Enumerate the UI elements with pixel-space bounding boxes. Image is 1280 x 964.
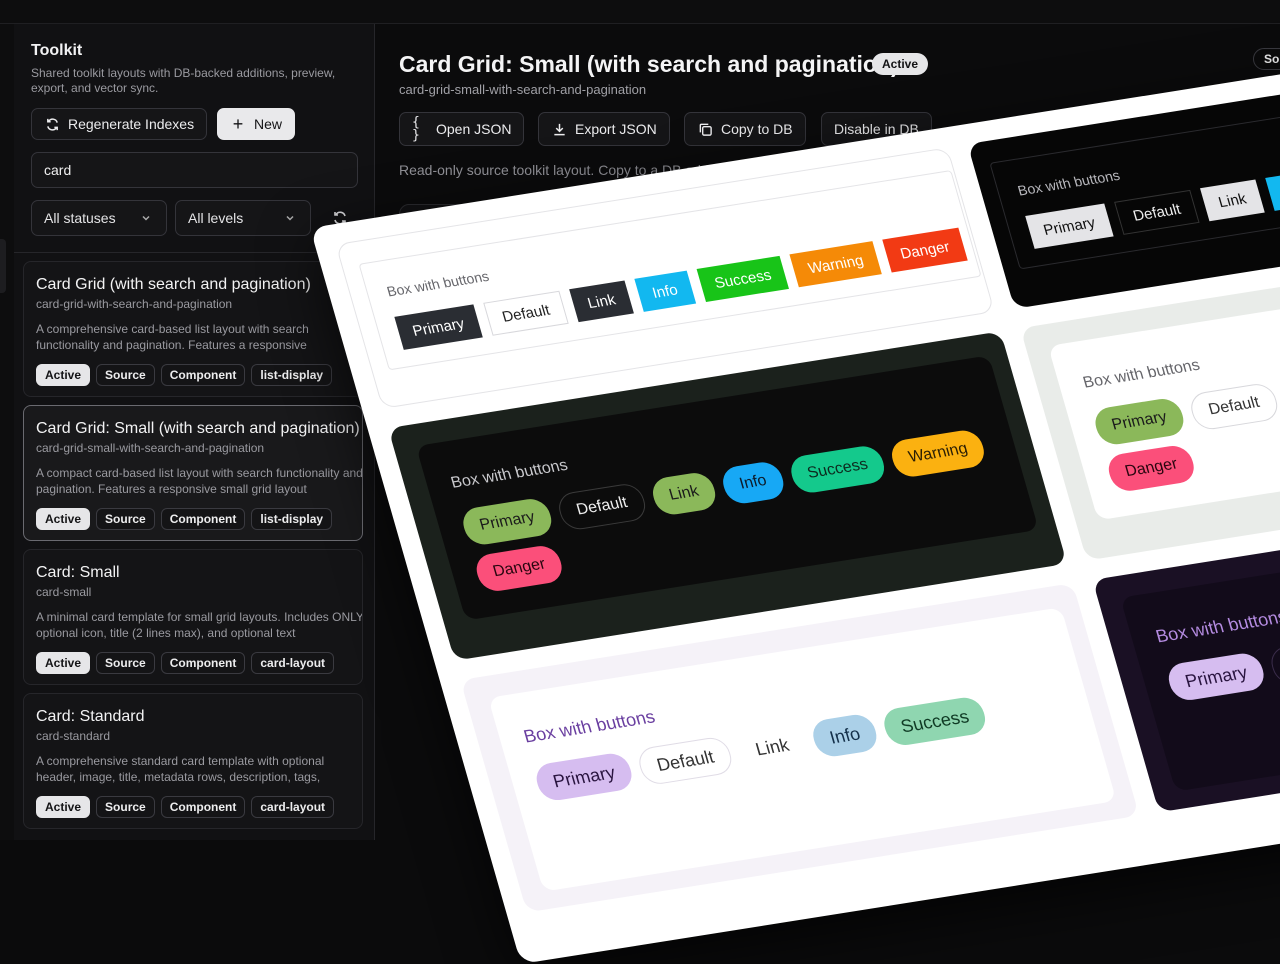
list-item[interactable]: Card: Standard card-standard A comprehen…: [23, 693, 363, 829]
page-slug: card-grid-small-with-search-and-paginati…: [399, 82, 647, 97]
list-item[interactable]: Card: Small card-small A minimal card te…: [23, 549, 363, 685]
item-slug: card-small: [36, 585, 92, 599]
level-filter-select[interactable]: All levels: [175, 200, 311, 236]
list-item[interactable]: Card Grid (with search and pagination) c…: [23, 261, 363, 397]
export-json-label: Export JSON: [575, 121, 657, 137]
toolkit-sidebar: Toolkit Shared toolkit layouts with DB-b…: [14, 24, 375, 840]
app-rail: [0, 24, 14, 840]
status-badge: Active: [36, 652, 91, 674]
search-input[interactable]: card: [31, 152, 358, 188]
open-json-label: Open JSON: [436, 121, 512, 137]
braces-icon: { }: [412, 115, 420, 143]
status-filter-select[interactable]: All statuses: [31, 200, 167, 236]
level-filter-value: All levels: [188, 210, 244, 226]
sidebar-description: Shared toolkit layouts with DB-backed ad…: [31, 66, 336, 95]
copy-icon: [697, 121, 713, 137]
source-tag: Source: [96, 652, 155, 674]
item-slug: card-grid-small-with-search-and-paginati…: [36, 441, 265, 455]
search-value: card: [44, 162, 72, 178]
status-badge: Active: [36, 364, 91, 386]
item-slug: card-grid-with-search-and-pagination: [36, 297, 233, 311]
item-slug: card-standard: [36, 729, 111, 743]
info-button[interactable]: Info: [718, 459, 788, 506]
page-title: Card Grid: Small (with search and pagina…: [399, 51, 899, 77]
source-tag: Source: [96, 796, 155, 818]
new-label: New: [254, 116, 283, 132]
item-description: A minimal card template for small grid l…: [36, 610, 363, 640]
copy-to-db-label: Copy to DB: [721, 121, 793, 137]
download-icon: [551, 121, 567, 137]
category-tag: list-display: [251, 364, 333, 386]
new-button[interactable]: + New: [217, 108, 296, 140]
item-title: Card: Standard: [36, 708, 145, 725]
item-title: Card: Small: [36, 564, 120, 581]
top-bar: [0, 0, 1280, 24]
category-tag: list-display: [251, 508, 333, 530]
item-description: A comprehensive standard card template w…: [36, 754, 325, 784]
item-description: A comprehensive card-based list layout w…: [36, 322, 309, 352]
status-filter-value: All statuses: [44, 210, 116, 226]
demo-light-green-card: Box with buttons Primary Default Link Da…: [1020, 259, 1280, 561]
plus-icon: +: [232, 114, 244, 134]
chevron-down-icon: [138, 210, 154, 226]
status-badge: Active: [36, 796, 91, 818]
type-tag: Component: [160, 652, 246, 674]
item-title: Card Grid (with search and pagination): [36, 276, 311, 293]
category-tag: card-layout: [251, 652, 335, 674]
sidebar-header: Toolkit Shared toolkit layouts with DB-b…: [31, 42, 361, 96]
rail-indicator: [0, 239, 6, 293]
type-tag: Component: [160, 364, 246, 386]
type-tag: Component: [160, 508, 246, 530]
copy-to-db-button[interactable]: Copy to DB: [684, 112, 806, 146]
category-tag: card-layout: [251, 796, 335, 818]
item-title: Card Grid: Small (with search and pagina…: [36, 420, 360, 437]
regenerate-indexes-label: Regenerate Indexes: [68, 116, 195, 132]
list-item-selected[interactable]: Card Grid: Small (with search and pagina…: [23, 405, 363, 541]
refresh-icon: [44, 116, 60, 132]
regenerate-indexes-button[interactable]: Regenerate Indexes: [31, 108, 208, 140]
sidebar-title: Toolkit: [31, 42, 83, 59]
item-description: A compact card-based list layout with se…: [36, 466, 363, 496]
export-json-button[interactable]: Export JSON: [538, 112, 670, 146]
chevron-down-icon: [282, 210, 298, 226]
link-button[interactable]: Link: [648, 470, 720, 517]
open-json-button[interactable]: { } Open JSON: [399, 112, 525, 146]
source-tag: Source: [96, 508, 155, 530]
status-badge: Active: [872, 53, 929, 75]
status-badge: Active: [36, 508, 91, 530]
source-badge: Source: [1253, 48, 1280, 70]
source-tag: Source: [96, 364, 155, 386]
type-tag: Component: [160, 796, 246, 818]
